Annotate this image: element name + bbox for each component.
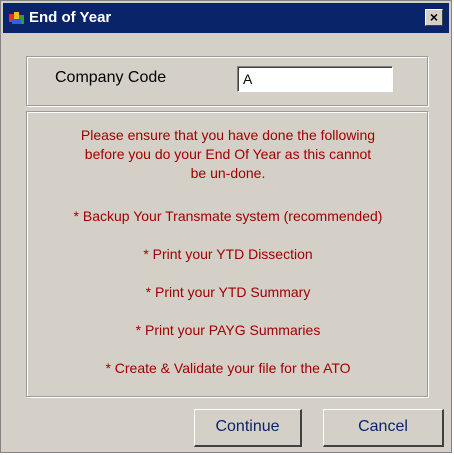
company-code-label: Company Code [55,69,167,86]
intro-line: be un-done. [190,165,266,181]
company-code-panel: Company Code [26,56,428,106]
checklist-item-backup: * Backup Your Transmate system (recommen… [73,208,383,224]
instructions-intro: Please ensure that you have done the fol… [27,126,429,183]
checklist-item-ytd-dissection: * Print your YTD Dissection [143,246,313,262]
company-code-input[interactable] [237,66,393,92]
intro-line: before you do your End Of Year as this c… [84,146,372,162]
cancel-button[interactable]: Cancel [323,409,444,447]
close-icon: × [429,9,439,25]
checklist-item-ato-file: * Create & Validate your file for the AT… [105,360,351,376]
instructions-panel: Please ensure that you have done the fol… [26,111,428,397]
window-title: End of Year [29,9,112,26]
continue-button[interactable]: Continue [194,409,302,447]
title-bar[interactable]: End of Year × [3,3,449,33]
checklist-item-payg-summaries: * Print your PAYG Summaries [135,322,321,338]
end-of-year-dialog: End of Year × Company Code Please ensure… [0,0,452,453]
application-icon [9,10,25,26]
checklist-item-ytd-summary: * Print your YTD Summary [145,284,311,300]
close-button[interactable]: × [425,9,443,26]
intro-line: Please ensure that you have done the fol… [80,127,376,143]
